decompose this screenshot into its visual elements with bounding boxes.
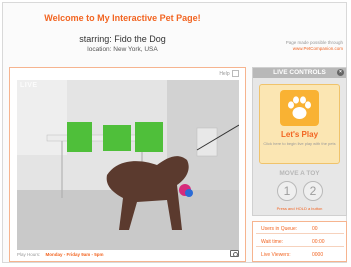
play-hours-value: Monday - Friday 9am - 5pm (45, 252, 104, 257)
move-toy-heading: MOVE A TOY (279, 170, 320, 177)
live-controls-title: LIVE CONTROLS (273, 69, 326, 76)
play-hours: Play Hours: Monday - Friday 9am - 5pm (17, 252, 104, 257)
hold-instruction: Press and HOLD a button (276, 206, 323, 211)
stat-label: Live Viewers: (261, 252, 291, 258)
help-icon (232, 70, 239, 77)
stat-label: Wait time: (261, 239, 284, 245)
queue-stats: Users in Queue: 00 Wait time: 00:00 Live… (252, 221, 347, 262)
toy-button-1[interactable]: 1 (277, 181, 297, 201)
lets-play-label: Let's Play (280, 130, 319, 139)
page-header: Welcome to My Interactive Pet Page! star… (0, 0, 351, 64)
live-video-feed[interactable]: LIVE (17, 80, 239, 250)
help-link[interactable]: Help (219, 70, 239, 77)
stat-value: 00:00 (312, 239, 325, 245)
stat-value: 0000 (312, 252, 324, 258)
video-frame-graphic (17, 80, 239, 250)
stat-label: Users in Queue: (261, 226, 298, 232)
stat-row-viewers: Live Viewers: 0000 (256, 249, 344, 259)
live-controls-header: LIVE CONTROLS × (253, 68, 346, 78)
stat-row-wait: Wait time: 00:00 (256, 236, 344, 247)
close-icon[interactable]: × (337, 69, 344, 76)
stat-value: 00 (312, 226, 318, 232)
stat-row-queue: Users in Queue: 00 (256, 223, 344, 234)
starring-text: starring: Fido the Dog (79, 34, 166, 44)
lets-play-subtext: Click here to begin live play with the p… (263, 141, 336, 146)
page-title: Welcome to My Interactive Pet Page! (44, 13, 201, 23)
lets-play-button[interactable]: Let's Play Click here to begin live play… (259, 84, 340, 164)
camera-icon[interactable] (230, 250, 239, 257)
video-panel: Help LIVE Play Hours: Monday - Friday 9a… (9, 67, 246, 262)
location-text: location: New York, USA (87, 46, 158, 53)
credit-text: Page made possible through www.PetCompan… (253, 40, 343, 52)
credit-link[interactable]: www.PetCompanion.com (253, 46, 343, 52)
live-watermark: LIVE (20, 82, 38, 89)
toy-button-2[interactable]: 2 (303, 181, 323, 201)
help-label: Help (219, 70, 230, 77)
live-controls-panel: LIVE CONTROLS × Let's Play Click here to… (252, 67, 347, 216)
play-hours-label: Play Hours: (17, 252, 41, 257)
paw-icon (280, 90, 319, 126)
